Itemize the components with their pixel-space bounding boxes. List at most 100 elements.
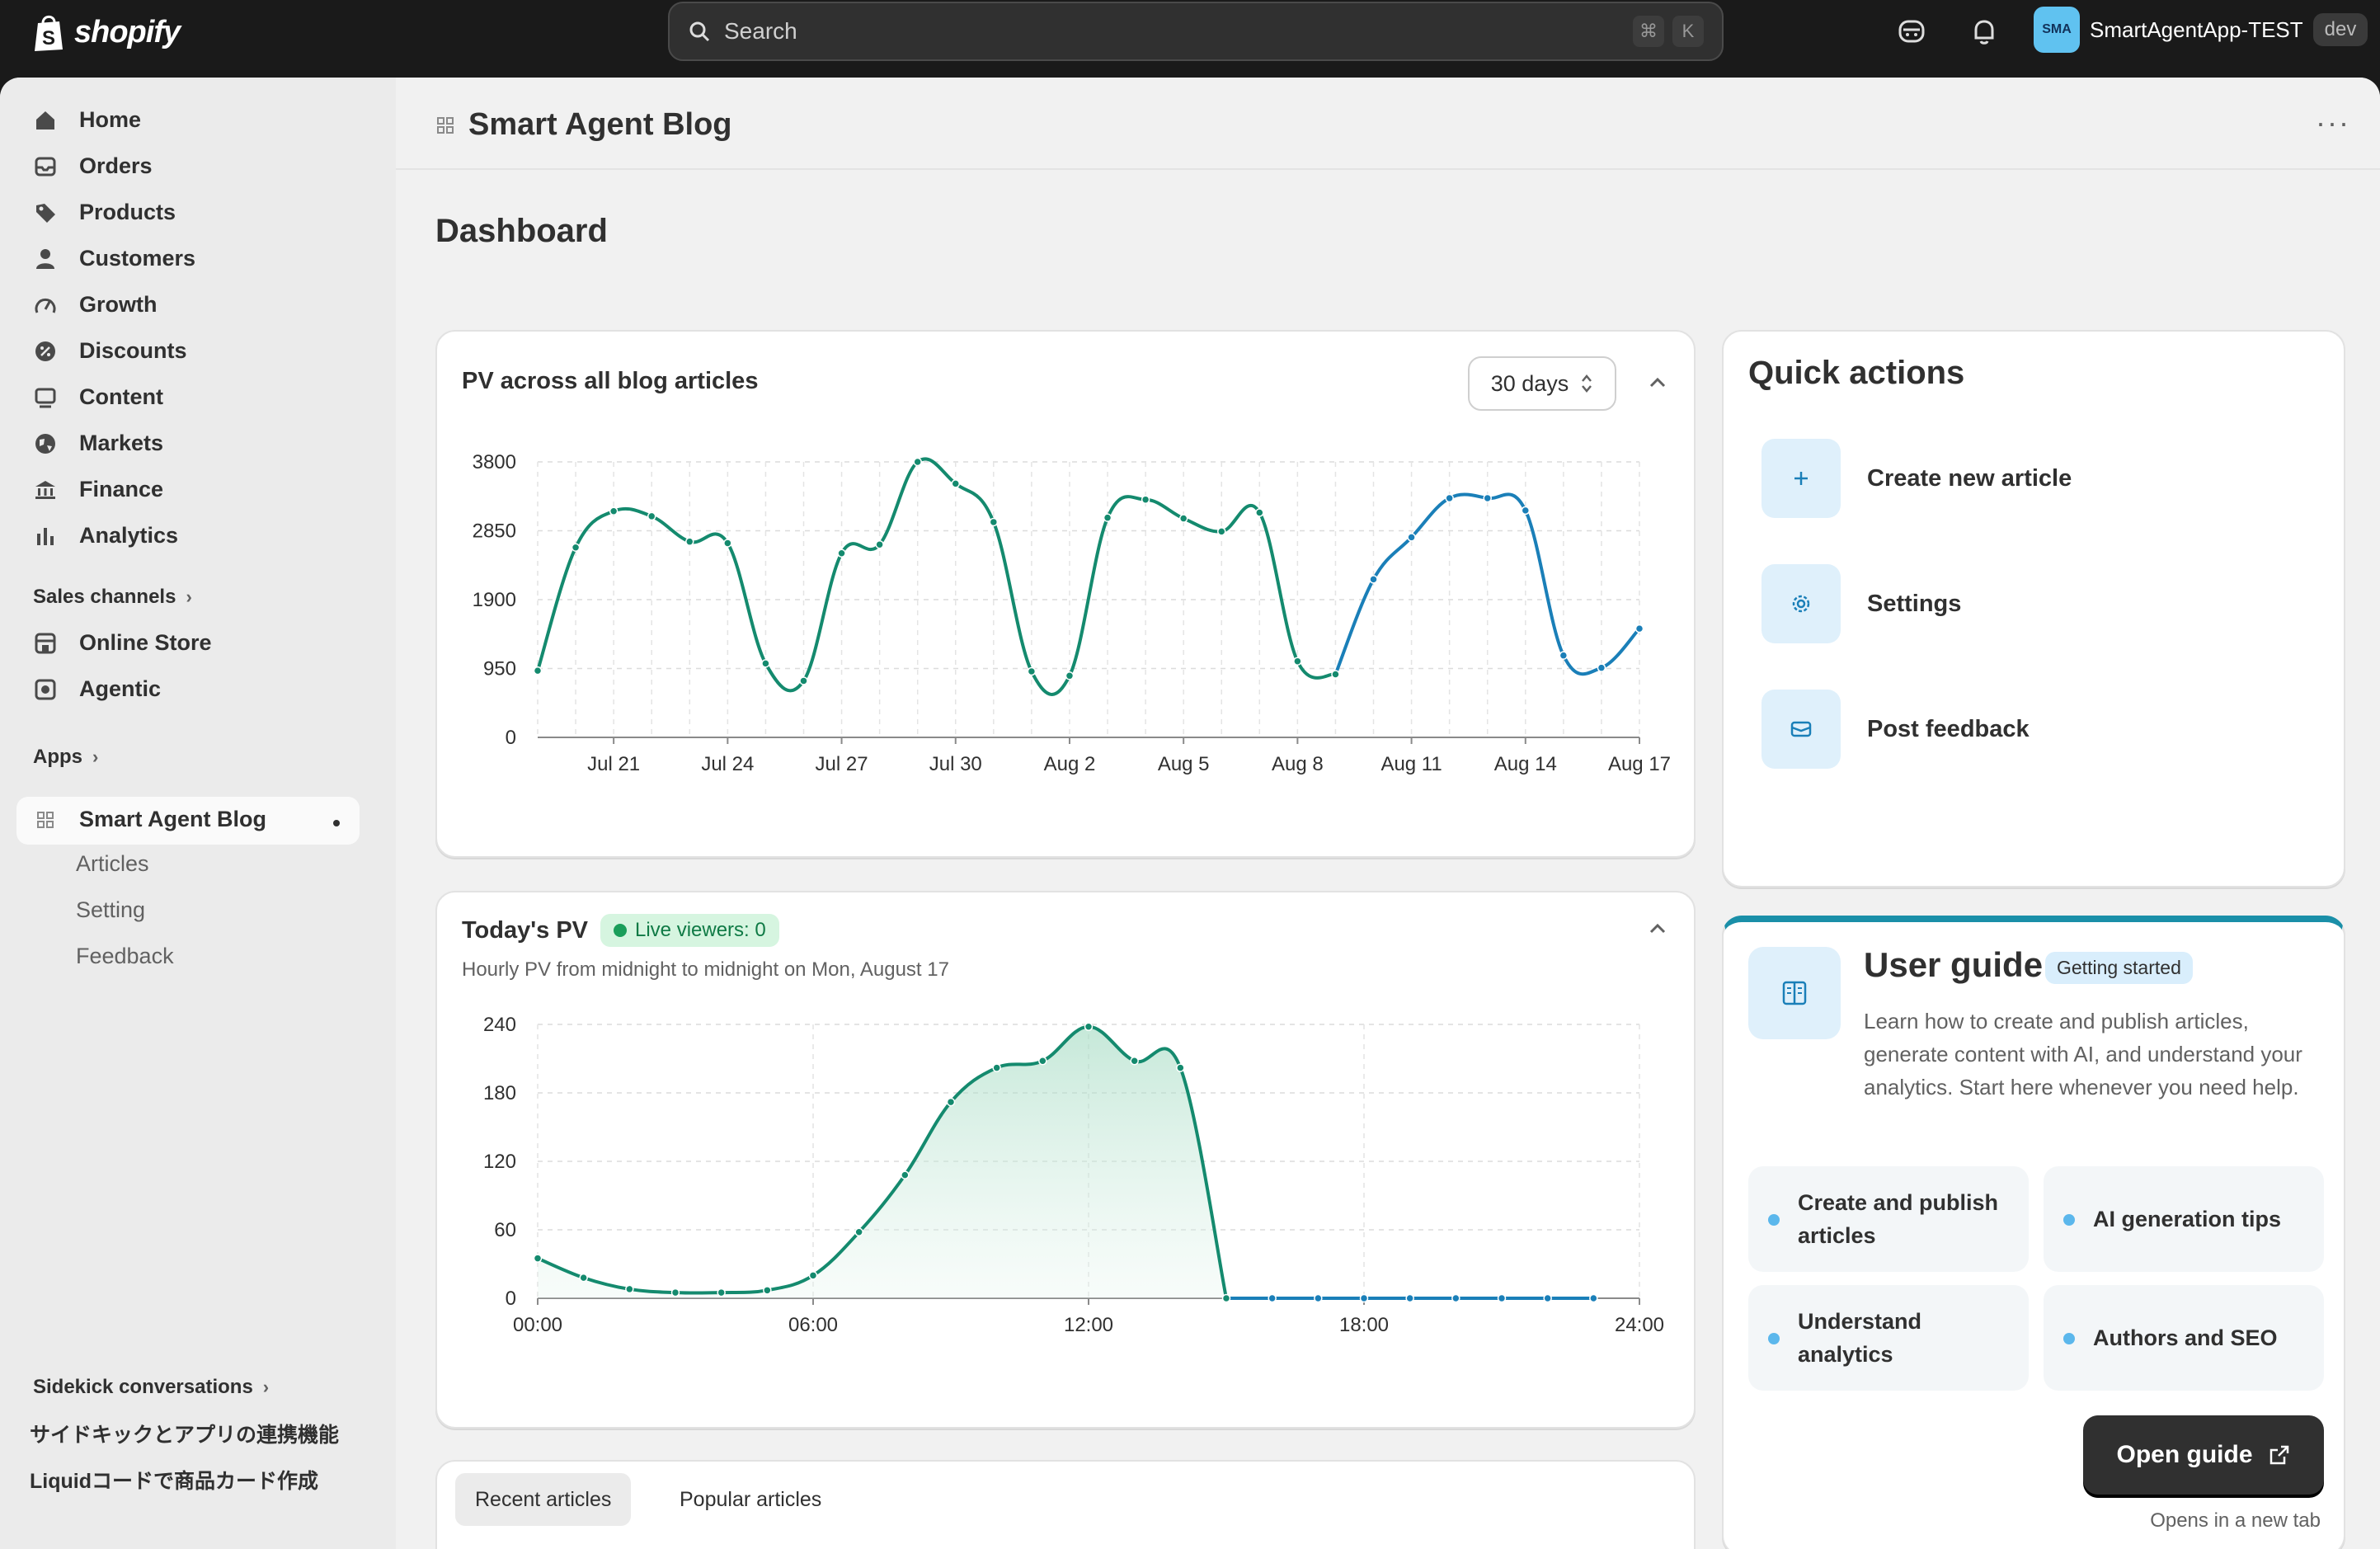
data-point [609, 506, 619, 516]
guide-tile-analytics[interactable]: Understand analytics [1748, 1285, 2029, 1391]
agentic-icon [35, 679, 56, 699]
apps-heading[interactable]: Apps › [33, 746, 98, 769]
sidekick-conversation[interactable]: Liquidコードで商品カード作成 [30, 1465, 318, 1495]
sidebar-item-analytics[interactable]: Analytics [33, 523, 178, 549]
sidebar-item-online-store[interactable]: Online Store [33, 630, 212, 656]
feedback-action[interactable]: Post feedback [1761, 690, 2030, 769]
admin-frame: Home Orders Products Customers Growth Di… [0, 78, 2380, 1549]
sidebar-item-finance[interactable]: Finance [33, 477, 163, 502]
data-point [1589, 1293, 1598, 1303]
create-article-action[interactable]: Create new article [1761, 439, 2072, 518]
sidebar-item-home[interactable]: Home [33, 107, 141, 133]
sidebar-item-label: Finance [79, 477, 164, 501]
sidebar-item-label: Agentic [79, 676, 162, 701]
tag-icon [36, 203, 55, 223]
svg-text:S: S [42, 27, 55, 49]
person-icon [36, 248, 54, 269]
articles-card: Recent articles Popular articles [435, 1460, 1696, 1549]
data-point [799, 676, 808, 685]
data-point [1359, 1293, 1369, 1303]
main-content: Smart Agent Blog ··· Dashboard PV across… [396, 78, 2380, 1549]
data-point [1314, 1293, 1323, 1303]
data-point [901, 1170, 910, 1179]
x-tick-label: 12:00 [1064, 1314, 1113, 1336]
y-tick-label: 120 [483, 1151, 516, 1173]
data-point [1521, 506, 1531, 516]
sidebar-subitem-feedback[interactable]: Feedback [76, 944, 174, 969]
data-point [647, 511, 656, 521]
y-tick-label: 240 [483, 1014, 516, 1036]
series-area [538, 1026, 1226, 1298]
store-switcher[interactable]: SMA SmartAgentApp-TEST dev [2034, 7, 2368, 53]
open-guide-button[interactable]: Open guide [2083, 1415, 2324, 1495]
data-point [1130, 1057, 1139, 1066]
pin-dot-icon[interactable] [333, 820, 340, 826]
chevron-right-icon: › [186, 586, 192, 607]
data-point [1369, 575, 1378, 584]
opens-new-tab-note: Opens in a new tab [2150, 1509, 2321, 1532]
store-name: SmartAgentApp-TEST [2090, 16, 2303, 42]
guide-tile-authors-seo[interactable]: Authors and SEO [2044, 1285, 2324, 1391]
x-tick-label: Aug 2 [1044, 753, 1096, 775]
sidebar-app-row: Smart Agent Blog [33, 807, 266, 832]
guide-tile-create-publish[interactable]: Create and publish articles [1748, 1166, 2029, 1272]
data-point [717, 1288, 726, 1297]
x-tick-label: Aug 5 [1158, 753, 1210, 775]
x-tick-label: 24:00 [1615, 1314, 1664, 1336]
sidebar-item-label: Growth [79, 292, 158, 317]
data-point [1084, 1022, 1094, 1032]
sidebar-item-products[interactable]: Products [33, 200, 176, 225]
sidebar-item-label: Content [79, 384, 163, 409]
sidebar: Home Orders Products Customers Growth Di… [0, 78, 396, 1549]
sidebar-item-agentic[interactable]: Agentic [33, 676, 161, 702]
shopify-logo[interactable]: S shopify [31, 12, 181, 53]
book-icon [1748, 947, 1841, 1039]
sidebar-item-markets[interactable]: Markets [33, 431, 163, 456]
getting-started-badge: Getting started [2045, 952, 2193, 984]
search-bar[interactable]: Search ⌘ K [668, 2, 1724, 61]
sidebar-item-label: Markets [79, 431, 164, 455]
bullet-dot-icon [1768, 1333, 1780, 1344]
guide-tile-ai-tips[interactable]: AI generation tips [2044, 1166, 2324, 1272]
x-tick-label: Aug 11 [1380, 753, 1442, 775]
store-icon [35, 633, 56, 653]
data-point [1497, 1293, 1507, 1303]
content-icon [35, 388, 56, 407]
sales-channels-heading[interactable]: Sales channels › [33, 586, 192, 609]
logo-text: shopify [74, 14, 181, 49]
data-point [1103, 513, 1112, 522]
sidebar-subitem-setting[interactable]: Setting [76, 897, 145, 923]
data-point [808, 1271, 818, 1280]
guide-tile-label: Create and publish articles [1798, 1190, 1999, 1248]
data-point [1483, 493, 1492, 503]
sidebar-item-label: Smart Agent Blog [79, 807, 267, 831]
home-icon [36, 111, 54, 129]
external-link-icon [2269, 1445, 2288, 1465]
data-point [625, 1284, 634, 1294]
quick-actions-title: Quick actions [1748, 355, 1965, 391]
sidekick-icon[interactable] [1895, 15, 1928, 48]
tab-recent-articles[interactable]: Recent articles [455, 1473, 632, 1526]
notification-bell-icon[interactable] [1968, 15, 2001, 48]
settings-action[interactable]: Settings [1761, 564, 1961, 643]
sidebar-item-discounts[interactable]: Discounts [33, 338, 187, 364]
data-point [1027, 666, 1037, 676]
tab-popular-articles[interactable]: Popular articles [660, 1473, 841, 1526]
sidekick-conversation[interactable]: サイドキックとアプリの連携機能 [30, 1419, 339, 1448]
data-point [685, 537, 694, 546]
sidekick-label: Sidekick conversations [33, 1376, 253, 1398]
guide-tile-label: Authors and SEO [2093, 1325, 2278, 1350]
data-point [1293, 657, 1302, 666]
sidebar-item-customers[interactable]: Customers [33, 246, 195, 271]
sidekick-heading[interactable]: Sidekick conversations › [33, 1376, 269, 1399]
sidebar-item-label: Discounts [79, 338, 187, 363]
more-actions-icon[interactable]: ··· [2316, 106, 2350, 140]
data-point [989, 517, 999, 527]
y-tick-label: 60 [494, 1219, 516, 1241]
sidebar-item-content[interactable]: Content [33, 384, 163, 410]
sidebar-subitem-articles[interactable]: Articles [76, 851, 149, 877]
sidebar-item-orders[interactable]: Orders [33, 153, 153, 179]
data-point [1331, 670, 1340, 679]
sidebar-item-growth[interactable]: Growth [33, 292, 158, 318]
series-line [536, 457, 1337, 696]
